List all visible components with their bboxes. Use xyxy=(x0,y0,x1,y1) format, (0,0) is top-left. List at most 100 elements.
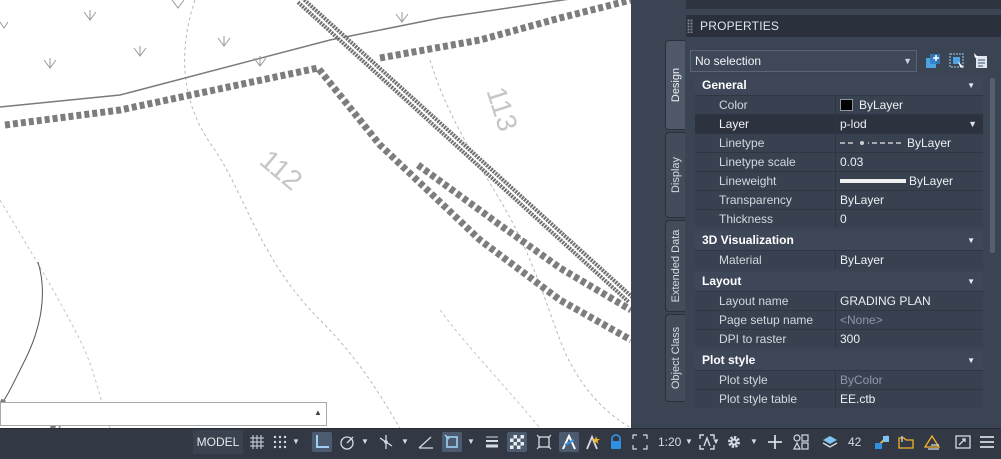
collapse-arrow-icon[interactable]: ▼ xyxy=(967,351,975,370)
property-value-plot-style[interactable]: ByColor xyxy=(836,371,983,389)
utility-line-center xyxy=(299,0,631,301)
property-row-lineweight[interactable]: Lineweight ByLayer xyxy=(695,171,983,190)
collapse-arrow-icon[interactable]: ▼ xyxy=(967,272,975,291)
tab-display[interactable]: Display xyxy=(665,132,685,218)
layer-folder-icon[interactable] xyxy=(896,432,916,452)
lock-icon[interactable] xyxy=(606,432,626,452)
object-snap-icon[interactable] xyxy=(442,432,462,452)
chevron-down-icon[interactable]: ▼ xyxy=(360,432,370,452)
hamburger-menu-icon[interactable] xyxy=(977,432,997,452)
property-row-material[interactable]: Material ByLayer xyxy=(695,250,983,269)
collapse-arrow-icon[interactable]: ▼ xyxy=(967,231,975,250)
palette-scrollbar[interactable] xyxy=(990,78,995,253)
chevron-down-icon[interactable]: ▼ xyxy=(400,432,410,452)
property-value-material[interactable]: ByLayer xyxy=(836,251,983,269)
tab-object-class[interactable]: Object Class xyxy=(665,314,685,402)
contour-label-113: 113 xyxy=(480,83,523,135)
layers-icon[interactable] xyxy=(820,432,840,452)
plus-icon[interactable] xyxy=(765,432,785,452)
section-3d-visualization[interactable]: 3D Visualization ▼ xyxy=(695,231,983,250)
property-row-plot-style-table[interactable]: Plot style table EE.ctb xyxy=(695,389,983,408)
property-row-thickness[interactable]: Thickness 0 xyxy=(695,209,983,228)
selection-value: No selection xyxy=(695,54,762,68)
selection-cycling-icon[interactable] xyxy=(534,432,554,452)
layer-properties-icon[interactable] xyxy=(872,432,892,452)
property-name: Linetype scale xyxy=(695,153,836,171)
lineweight-display-icon[interactable] xyxy=(482,432,502,452)
chevron-down-icon[interactable]: ▼ xyxy=(291,432,301,452)
property-value-layer[interactable]: p-lod ▼ xyxy=(836,115,983,133)
grid-icon[interactable] xyxy=(247,432,267,452)
chevron-down-icon[interactable]: ▼ xyxy=(968,115,977,133)
quick-select-icon[interactable] xyxy=(972,52,990,70)
annotation-scale-readout[interactable]: 1:20 xyxy=(658,432,681,452)
chevron-down-icon[interactable]: ▼ xyxy=(749,432,759,452)
collapse-arrow-icon[interactable]: ▼ xyxy=(967,76,975,95)
snap-mode-icon[interactable] xyxy=(270,432,290,452)
chevron-down-icon[interactable]: ▼ xyxy=(711,432,721,452)
property-row-page-setup-name[interactable]: Page setup name <None> xyxy=(695,310,983,329)
section-plot-style[interactable]: Plot style ▼ xyxy=(695,351,983,370)
tab-extended-data[interactable]: Extended Data xyxy=(665,220,685,312)
property-name: Plot style table xyxy=(695,390,836,408)
property-row-transparency[interactable]: Transparency ByLayer xyxy=(695,190,983,209)
property-value-transparency[interactable]: ByLayer xyxy=(836,191,983,209)
property-row-dpi-to-raster[interactable]: DPI to raster 300 xyxy=(695,329,983,348)
polar-tracking-icon[interactable] xyxy=(337,432,357,452)
tab-design-label: Design xyxy=(669,67,682,103)
chevron-down-icon[interactable]: ▼ xyxy=(684,432,694,452)
vegetation-symbols xyxy=(0,0,409,69)
selection-dropdown[interactable]: No selection ▼ xyxy=(690,50,917,72)
model-label: MODEL xyxy=(196,435,240,449)
property-value-dpi-to-raster[interactable]: 300 xyxy=(836,330,983,348)
viewport-scale-icon[interactable] xyxy=(630,432,650,452)
property-row-linetype[interactable]: Linetype ByLayer xyxy=(695,133,983,152)
select-objects-icon[interactable] xyxy=(948,52,966,70)
property-name: Linetype xyxy=(695,134,836,152)
ortho-mode-icon[interactable] xyxy=(312,432,332,452)
annotation-visibility-icon[interactable] xyxy=(559,432,579,452)
property-row-color[interactable]: Color ByLayer xyxy=(695,95,983,114)
clean-screen-layer-icon[interactable] xyxy=(922,432,942,452)
property-row-layer[interactable]: Layer p-lod ▼ xyxy=(695,114,983,133)
transparency-icon[interactable] xyxy=(507,432,527,452)
add-to-selection-icon[interactable] xyxy=(924,52,942,70)
section-general[interactable]: General ▼ xyxy=(695,76,983,95)
property-row-linetype-scale[interactable]: Linetype scale 0.03 xyxy=(695,152,983,171)
property-value-page-setup-name[interactable]: <None> xyxy=(836,311,983,329)
command-input[interactable] xyxy=(1,403,326,425)
lod-line-lower xyxy=(4,64,631,344)
property-value-lineweight[interactable]: ByLayer xyxy=(836,172,983,190)
property-name: Page setup name xyxy=(695,311,836,329)
layer-count-badge: 42 xyxy=(848,432,861,452)
property-row-layout-name[interactable]: Layout name GRADING PLAN xyxy=(695,291,983,310)
palette-title-bar[interactable]: PROPERTIES xyxy=(686,15,1001,37)
property-name: Layer xyxy=(695,115,836,133)
property-value-color[interactable]: ByLayer xyxy=(836,96,983,114)
property-value-plot-style-table[interactable]: EE.ctb xyxy=(836,390,983,408)
property-name: Plot style xyxy=(695,371,836,389)
workspace-switch-icon[interactable] xyxy=(791,432,811,452)
gear-icon[interactable] xyxy=(724,432,744,452)
palette-grip-icon[interactable] xyxy=(687,19,693,33)
property-value-linetype-scale[interactable]: 0.03 xyxy=(836,153,983,171)
isometric-drafting-icon[interactable] xyxy=(376,432,396,452)
tab-display-label: Display xyxy=(669,156,682,194)
drawing-canvas[interactable]: 113 112 ▲ xyxy=(0,0,631,428)
property-value-linetype[interactable]: ByLayer xyxy=(836,134,983,152)
command-line[interactable]: ▲ xyxy=(0,402,327,426)
property-value-layout-name[interactable]: GRADING PLAN xyxy=(836,292,983,310)
tab-design[interactable]: Design xyxy=(665,40,685,130)
chevron-down-icon[interactable]: ▼ xyxy=(466,432,476,452)
property-grid: General ▼ Color ByLayer Layer p-lod ▼ Lin… xyxy=(695,76,983,408)
command-history-toggle-icon[interactable]: ▲ xyxy=(313,408,323,418)
property-row-plot-style[interactable]: Plot style ByColor xyxy=(695,370,983,389)
auto-scale-icon[interactable] xyxy=(583,432,603,452)
fullscreen-icon[interactable] xyxy=(953,432,973,452)
lineweight-preview-icon xyxy=(840,179,906,183)
model-space-button[interactable]: MODEL xyxy=(193,430,243,454)
property-value-thickness[interactable]: 0 xyxy=(836,210,983,228)
object-snap-tracking-icon[interactable] xyxy=(416,432,436,452)
property-name: Lineweight xyxy=(695,172,836,190)
section-layout[interactable]: Layout ▼ xyxy=(695,272,983,291)
